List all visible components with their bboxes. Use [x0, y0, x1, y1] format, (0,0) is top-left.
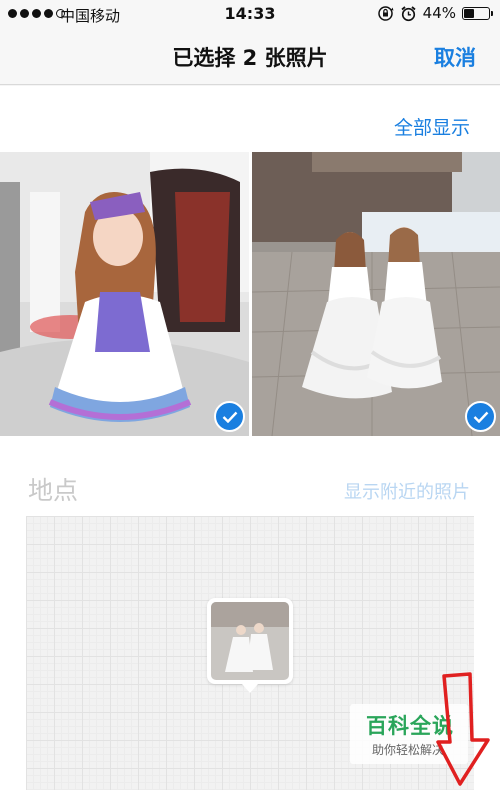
- battery-percent: 44%: [422, 4, 456, 22]
- status-bar: 中国移动 14:33 44%: [0, 0, 500, 30]
- show-all-button[interactable]: 全部显示: [394, 113, 470, 140]
- selected-check-icon: [465, 401, 496, 432]
- alarm-icon: [401, 5, 416, 21]
- battery-icon: [462, 6, 493, 20]
- selected-check-icon: [214, 401, 245, 432]
- photo-2-image: [252, 152, 500, 436]
- photo-1-image: [0, 152, 249, 436]
- map-photo-pin[interactable]: [207, 598, 293, 693]
- pin-thumbnail: [211, 602, 289, 680]
- rotation-lock-icon: [377, 5, 394, 21]
- share-content: 全部显示 地点 显示附近的照片: [0, 86, 500, 790]
- show-nearby-photos-link[interactable]: 显示附近的照片: [344, 478, 470, 504]
- selected-photo-2[interactable]: [252, 152, 500, 436]
- location-label: 地点: [28, 476, 79, 505]
- nav-bar: 已选择 2 张照片 取消: [0, 30, 500, 85]
- cancel-button[interactable]: 取消: [434, 42, 476, 72]
- page-title: 已选择 2 张照片: [172, 46, 328, 70]
- selected-photo-1[interactable]: [0, 152, 249, 436]
- status-indicators: 44%: [377, 4, 493, 22]
- red-arrow-annotation: [436, 672, 490, 786]
